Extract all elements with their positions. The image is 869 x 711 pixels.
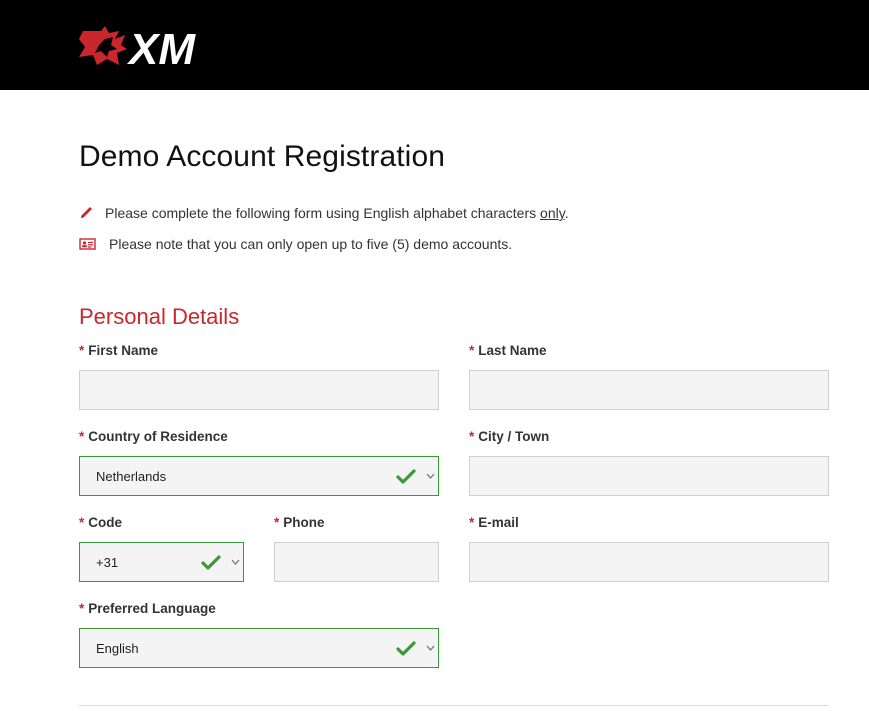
pencil-icon — [81, 207, 92, 218]
required-mark: * — [469, 343, 475, 358]
required-mark: * — [79, 601, 85, 616]
alphabet-notice-text: Please complete the following form using… — [105, 205, 569, 221]
section-title-personal-details: Personal Details — [79, 304, 240, 329]
required-mark: * — [79, 343, 85, 358]
alphabet-notice: Please complete the following form using… — [79, 205, 569, 221]
check-icon — [396, 641, 416, 656]
email-input[interactable] — [469, 542, 829, 582]
preferred-language-select[interactable]: English — [79, 628, 439, 668]
first-name-label: * First Name — [79, 343, 159, 358]
last-name-input[interactable] — [469, 370, 829, 410]
required-mark: * — [469, 429, 475, 444]
xm-logo[interactable]: XM — [79, 25, 229, 67]
section-divider — [79, 705, 829, 706]
check-icon — [201, 555, 221, 570]
required-mark: * — [79, 429, 85, 444]
country-select-value: Netherlands — [96, 468, 167, 484]
required-mark: * — [79, 515, 85, 530]
first-name-input[interactable] — [79, 370, 439, 410]
id-card-icon — [79, 238, 96, 250]
country-label: * Country of Residence — [79, 429, 228, 444]
chevron-down-icon — [231, 559, 240, 565]
chevron-down-icon — [426, 473, 435, 479]
phone-label: * Phone — [274, 515, 325, 530]
top-header-bar: XM — [0, 0, 869, 90]
phone-input[interactable] — [274, 542, 439, 582]
country-select[interactable]: Netherlands — [79, 456, 439, 496]
demo-limit-notice-text: Please note that you can only open up to… — [109, 236, 513, 252]
logo-wordmark: XM — [126, 25, 196, 67]
code-label: * Code — [79, 515, 123, 530]
required-mark: * — [274, 515, 280, 530]
page-title: Demo Account Registration — [79, 140, 446, 173]
city-label: * City / Town — [469, 429, 550, 444]
email-label: * E-mail — [469, 515, 519, 530]
city-input[interactable] — [469, 456, 829, 496]
phone-code-select[interactable]: +31 — [79, 542, 244, 582]
preferred-language-select-value: English — [96, 640, 139, 656]
check-icon — [396, 469, 416, 484]
chevron-down-icon — [426, 645, 435, 651]
required-mark: * — [469, 515, 475, 530]
demo-limit-notice: Please note that you can only open up to… — [79, 236, 512, 252]
last-name-label: * Last Name — [469, 343, 547, 358]
preferred-language-label: * Preferred Language — [79, 601, 216, 616]
